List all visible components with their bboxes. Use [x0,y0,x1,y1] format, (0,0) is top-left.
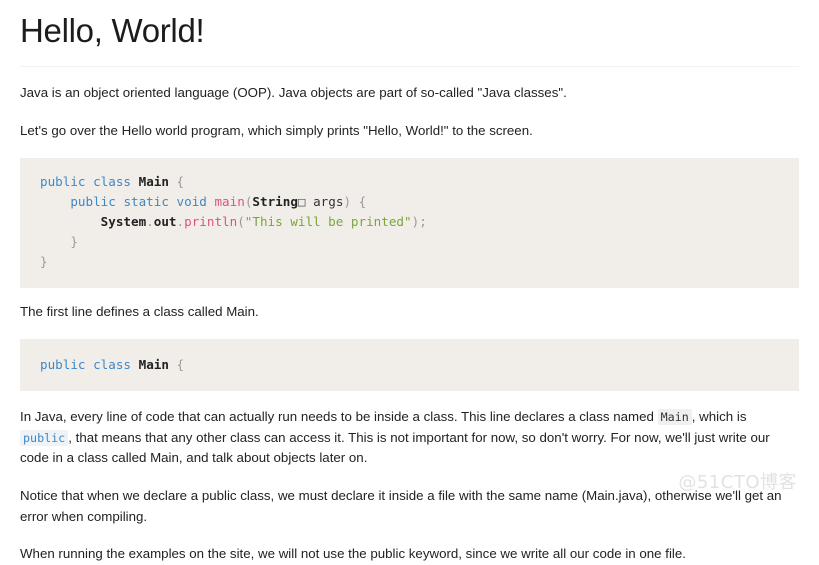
token-type-main: Main [138,174,169,190]
paragraph-first-line-defines: The first line defines a class called Ma… [20,303,259,319]
token-brace-close-outer: } [40,253,48,269]
token-keyword-void: void [176,194,207,210]
token-function-println: println [184,213,238,229]
explanation-part-a: In Java, every line of code that can act… [20,409,658,425]
token-keyword-static: static [123,194,169,210]
token-keyword-class-2: class [93,357,132,373]
site-watermark: @51CTO博客 [678,472,797,493]
token-dot-1: . [146,213,154,229]
token-object-system: System [100,213,147,229]
code-block-class-declaration: public class Main { [20,339,799,392]
paragraph-running-examples: When running the examples on the site, w… [20,546,686,562]
token-string-literal: "This will be printed" [244,213,412,229]
token-object-out: out [153,213,177,229]
inline-code-main: Main [657,409,692,426]
token-indent-3 [40,234,70,249]
code-block-main-program: public class Main { public static void m… [20,158,799,288]
paragraph-intro-2: Let's go over the Hello world program, w… [20,122,533,138]
token-paren-close: ) [343,194,352,210]
page-title: Hello, World! [20,12,205,49]
explanation-part-b: , which is [691,409,747,425]
token-keyword-public: public [40,174,86,190]
token-keyword-public-2: public [70,194,116,210]
explanation-part-c: , that means that any other class can ac… [20,429,770,466]
inline-code-public: public [20,429,69,446]
token-brace-close-inner: } [70,233,78,249]
token-paren-open-2: ( [237,213,245,229]
token-semicolon: ; [419,213,427,229]
token-brace-open-3: { [176,357,185,373]
token-arg-args: args [313,194,344,210]
paragraph-intro-1: Java is an object oriented language (OOP… [20,84,567,100]
token-type-main-2: Main [138,357,169,373]
token-function-main: main [214,194,245,210]
paragraph-class-explanation: In Java, every line of code that can act… [20,407,799,469]
token-keyword-public-3: public [40,357,86,373]
token-dot-2: . [176,213,185,229]
token-indent-2 [40,214,101,229]
token-type-string: String [252,194,298,210]
token-brace-open: { [176,174,185,190]
title-divider [20,65,799,67]
token-brace-open-2: { [358,194,367,210]
token-keyword-class: class [93,174,132,190]
token-array-brackets: □ [297,194,306,210]
